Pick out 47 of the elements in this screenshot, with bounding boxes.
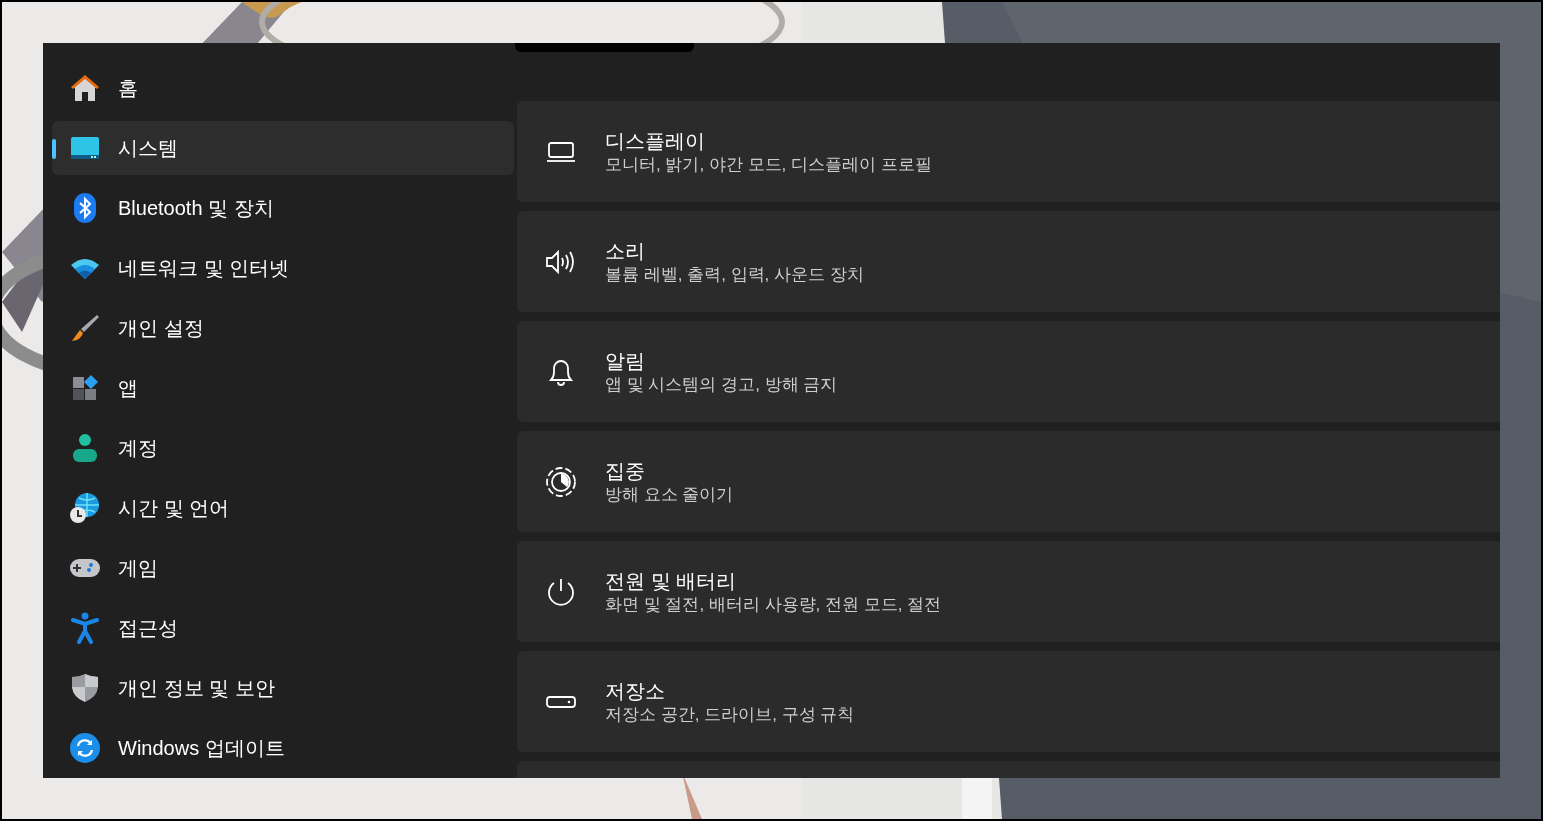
nav-item[interactable]: 계정 bbox=[52, 421, 514, 475]
speaker-icon bbox=[545, 248, 577, 275]
card-title: 디스플레이 bbox=[605, 128, 706, 154]
card-title: 소리 bbox=[605, 238, 646, 264]
gamepad-icon bbox=[69, 557, 101, 579]
settings-card[interactable]: 알림 앱 및 시스템의 경고, 방해 금지 bbox=[517, 321, 1500, 422]
nav-item[interactable]: 게임 bbox=[52, 541, 514, 595]
card-description: 저장소 공간, 드라이브, 구성 규칙 bbox=[605, 703, 855, 726]
globe-clock-icon bbox=[69, 492, 101, 524]
nav-item[interactable]: 개인 정보 및 보안 bbox=[52, 661, 514, 715]
person-icon bbox=[72, 433, 98, 463]
wifi-icon bbox=[70, 257, 100, 279]
card-title: 전원 및 배터리 bbox=[605, 568, 738, 594]
nav-item[interactable]: 접근성 bbox=[52, 601, 514, 655]
monitor-icon bbox=[70, 136, 100, 160]
card-title: 알림 bbox=[605, 348, 646, 374]
settings-card[interactable]: 소리 볼륨 레벨, 출력, 입력, 사운드 장치 bbox=[517, 211, 1500, 312]
nav-item[interactable]: Windows 업데이트 bbox=[52, 721, 514, 775]
settings-card[interactable]: 집중 방해 요소 줄이기 bbox=[517, 431, 1500, 532]
card-title: 저장소 bbox=[605, 678, 666, 704]
card-description: 볼륨 레벨, 출력, 입력, 사운드 장치 bbox=[605, 263, 864, 286]
home-icon bbox=[70, 73, 100, 103]
refresh-icon bbox=[69, 732, 101, 764]
settings-card[interactable]: 저장소 저장소 공간, 드라이브, 구성 규칙 bbox=[517, 651, 1500, 752]
drive-icon bbox=[545, 693, 577, 710]
nav-item[interactable]: 시스템 bbox=[52, 121, 514, 175]
selection-indicator bbox=[52, 139, 56, 159]
settings-card[interactable]: 디스플레이 모니터, 밝기, 야간 모드, 디스플레이 프로필 bbox=[517, 101, 1500, 202]
nav-item[interactable]: 개인 설정 bbox=[52, 301, 514, 355]
bluetooth-icon bbox=[73, 192, 97, 224]
card-description: 앱 및 시스템의 경고, 방해 금지 bbox=[605, 373, 838, 396]
card-description: 방해 요소 줄이기 bbox=[605, 483, 734, 506]
card-title: 집중 bbox=[605, 458, 646, 484]
nav-item[interactable]: 시간 및 언어 bbox=[52, 481, 514, 535]
shield-icon bbox=[71, 673, 99, 703]
nav-item[interactable]: Bluetooth 및 장치 bbox=[52, 181, 514, 235]
nav-item[interactable]: 네트워크 및 인터넷 bbox=[52, 241, 514, 295]
focus-icon bbox=[545, 465, 577, 498]
nav-item[interactable]: 홈 bbox=[52, 61, 514, 115]
settings-card[interactable]: 전원 및 배터리 화면 및 절전, 배터리 사용량, 전원 모드, 절전 bbox=[517, 541, 1500, 642]
apps-icon bbox=[71, 374, 99, 402]
card-description: 화면 및 절전, 배터리 사용량, 전원 모드, 절전 bbox=[605, 593, 942, 616]
nav-item[interactable]: 앱 bbox=[52, 361, 514, 415]
accessibility-icon bbox=[71, 612, 99, 644]
laptop-icon bbox=[545, 139, 577, 164]
card-description: 모니터, 밝기, 야간 모드, 디스플레이 프로필 bbox=[605, 153, 932, 176]
paintbrush-icon bbox=[70, 313, 100, 343]
